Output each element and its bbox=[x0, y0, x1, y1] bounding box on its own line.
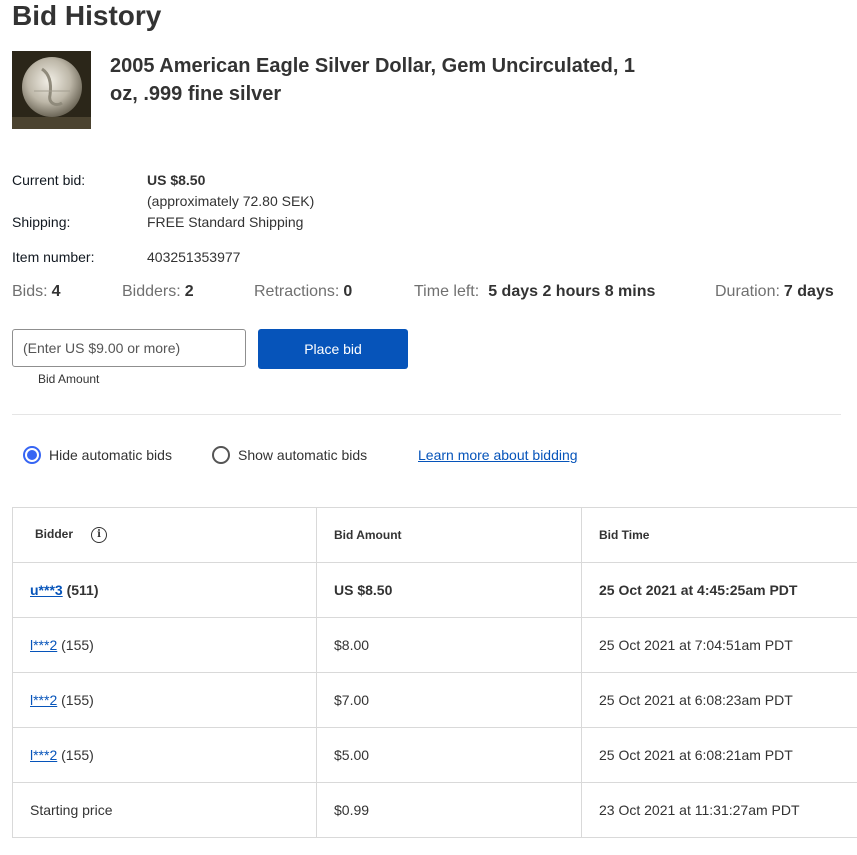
starting-price-amount: $0.99 bbox=[316, 782, 582, 838]
table-row: l***2 (155) $5.00 25 Oct 2021 at 6:08:21… bbox=[12, 727, 857, 783]
bid-time-cell: 25 Oct 2021 at 6:08:23am PDT bbox=[581, 672, 857, 728]
header-bidder-label: Bidder bbox=[35, 527, 74, 542]
starting-price-label: Starting price bbox=[12, 782, 317, 838]
bid-time-cell: 25 Oct 2021 at 7:04:51am PDT bbox=[581, 617, 857, 673]
show-automatic-bids-radio[interactable] bbox=[212, 446, 230, 464]
hide-automatic-bids-label[interactable]: Hide automatic bids bbox=[49, 447, 172, 463]
stat-duration-label: Duration: bbox=[715, 283, 780, 300]
divider bbox=[12, 414, 841, 415]
bidder-cell: u***3 (511) bbox=[12, 562, 317, 618]
header-bid-amount: Bid Amount bbox=[316, 507, 582, 563]
bidder-cell: l***2 (155) bbox=[12, 672, 317, 728]
feedback-score: (155) bbox=[61, 747, 94, 763]
hide-automatic-bids-radio[interactable] bbox=[23, 446, 41, 464]
stat-duration: Duration: 7 days bbox=[715, 283, 834, 301]
item-number-value: 403251353977 bbox=[147, 249, 241, 265]
current-bid-value: US $8.50 bbox=[147, 172, 206, 188]
bidder-cell: l***2 (155) bbox=[12, 617, 317, 673]
show-automatic-bids-label[interactable]: Show automatic bids bbox=[238, 447, 367, 463]
stat-bidders-value: 2 bbox=[184, 283, 194, 300]
bid-time-cell: 25 Oct 2021 at 6:08:21am PDT bbox=[581, 727, 857, 783]
bid-time-cell: 25 Oct 2021 at 4:45:25am PDT bbox=[581, 562, 857, 618]
stat-duration-value: 7 days bbox=[783, 283, 834, 300]
stat-retractions-label: Retractions: bbox=[254, 283, 340, 300]
header-bid-time: Bid Time bbox=[581, 507, 857, 563]
stat-bidders: Bidders: 2 bbox=[122, 283, 194, 301]
bidder-link[interactable]: u***3 bbox=[30, 582, 63, 598]
bid-amount-cell: $5.00 bbox=[316, 727, 582, 783]
current-bid-label: Current bid: bbox=[12, 172, 86, 188]
bidder-cell: l***2 (155) bbox=[12, 727, 317, 783]
shipping-label: Shipping: bbox=[12, 214, 71, 230]
page-title: Bid History bbox=[12, 0, 162, 31]
place-bid-button[interactable]: Place bid bbox=[258, 329, 408, 369]
item-number-label: Item number: bbox=[12, 249, 95, 265]
stat-retractions: Retractions: 0 bbox=[254, 283, 352, 301]
header-bidder: Bidder i bbox=[12, 507, 317, 563]
stat-bids-value: 4 bbox=[51, 283, 61, 300]
feedback-score: (155) bbox=[61, 637, 94, 653]
bidder-link[interactable]: l***2 bbox=[30, 692, 57, 708]
item-title[interactable]: 2005 American Eagle Silver Dollar, Gem U… bbox=[110, 52, 650, 108]
coin-image bbox=[12, 51, 91, 129]
stat-retractions-value: 0 bbox=[343, 283, 353, 300]
bid-amount-cell: US $8.50 bbox=[316, 562, 582, 618]
feedback-score: (511) bbox=[66, 582, 99, 598]
info-icon[interactable]: i bbox=[91, 527, 108, 543]
starting-price-time: 23 Oct 2021 at 11:31:27am PDT bbox=[581, 782, 857, 838]
stat-time-left: Time left: 5 days 2 hours 8 mins bbox=[414, 283, 655, 301]
bidder-link[interactable]: l***2 bbox=[30, 637, 57, 653]
stat-bidders-label: Bidders: bbox=[122, 283, 181, 300]
table-row: l***2 (155) $8.00 25 Oct 2021 at 7:04:51… bbox=[12, 617, 857, 673]
shipping-value: FREE Standard Shipping bbox=[147, 214, 304, 230]
stat-time-left-value: 5 days 2 hours 8 mins bbox=[488, 283, 656, 300]
starting-price-row: Starting price $0.99 23 Oct 2021 at 11:3… bbox=[12, 782, 857, 838]
bid-amount-input[interactable] bbox=[12, 329, 246, 367]
stat-time-left-label: Time left: bbox=[414, 283, 480, 300]
item-thumbnail[interactable] bbox=[12, 51, 91, 129]
current-bid-approx: (approximately 72.80 SEK) bbox=[147, 193, 315, 209]
bid-history-table: Bidder i Bid Amount Bid Time u***3 (511) … bbox=[12, 507, 857, 838]
bid-amount-cell: $8.00 bbox=[316, 617, 582, 673]
table-row: l***2 (155) $7.00 25 Oct 2021 at 6:08:23… bbox=[12, 672, 857, 728]
learn-more-link[interactable]: Learn more about bidding bbox=[418, 447, 578, 463]
stat-bids: Bids: 4 bbox=[12, 283, 60, 301]
bid-amount-caption: Bid Amount bbox=[38, 372, 100, 386]
feedback-score: (155) bbox=[61, 692, 94, 708]
table-header-row: Bidder i Bid Amount Bid Time bbox=[12, 507, 857, 563]
stat-bids-label: Bids: bbox=[12, 283, 48, 300]
bid-amount-cell: $7.00 bbox=[316, 672, 582, 728]
table-row: u***3 (511) US $8.50 25 Oct 2021 at 4:45… bbox=[12, 562, 857, 618]
bidder-link[interactable]: l***2 bbox=[30, 747, 57, 763]
